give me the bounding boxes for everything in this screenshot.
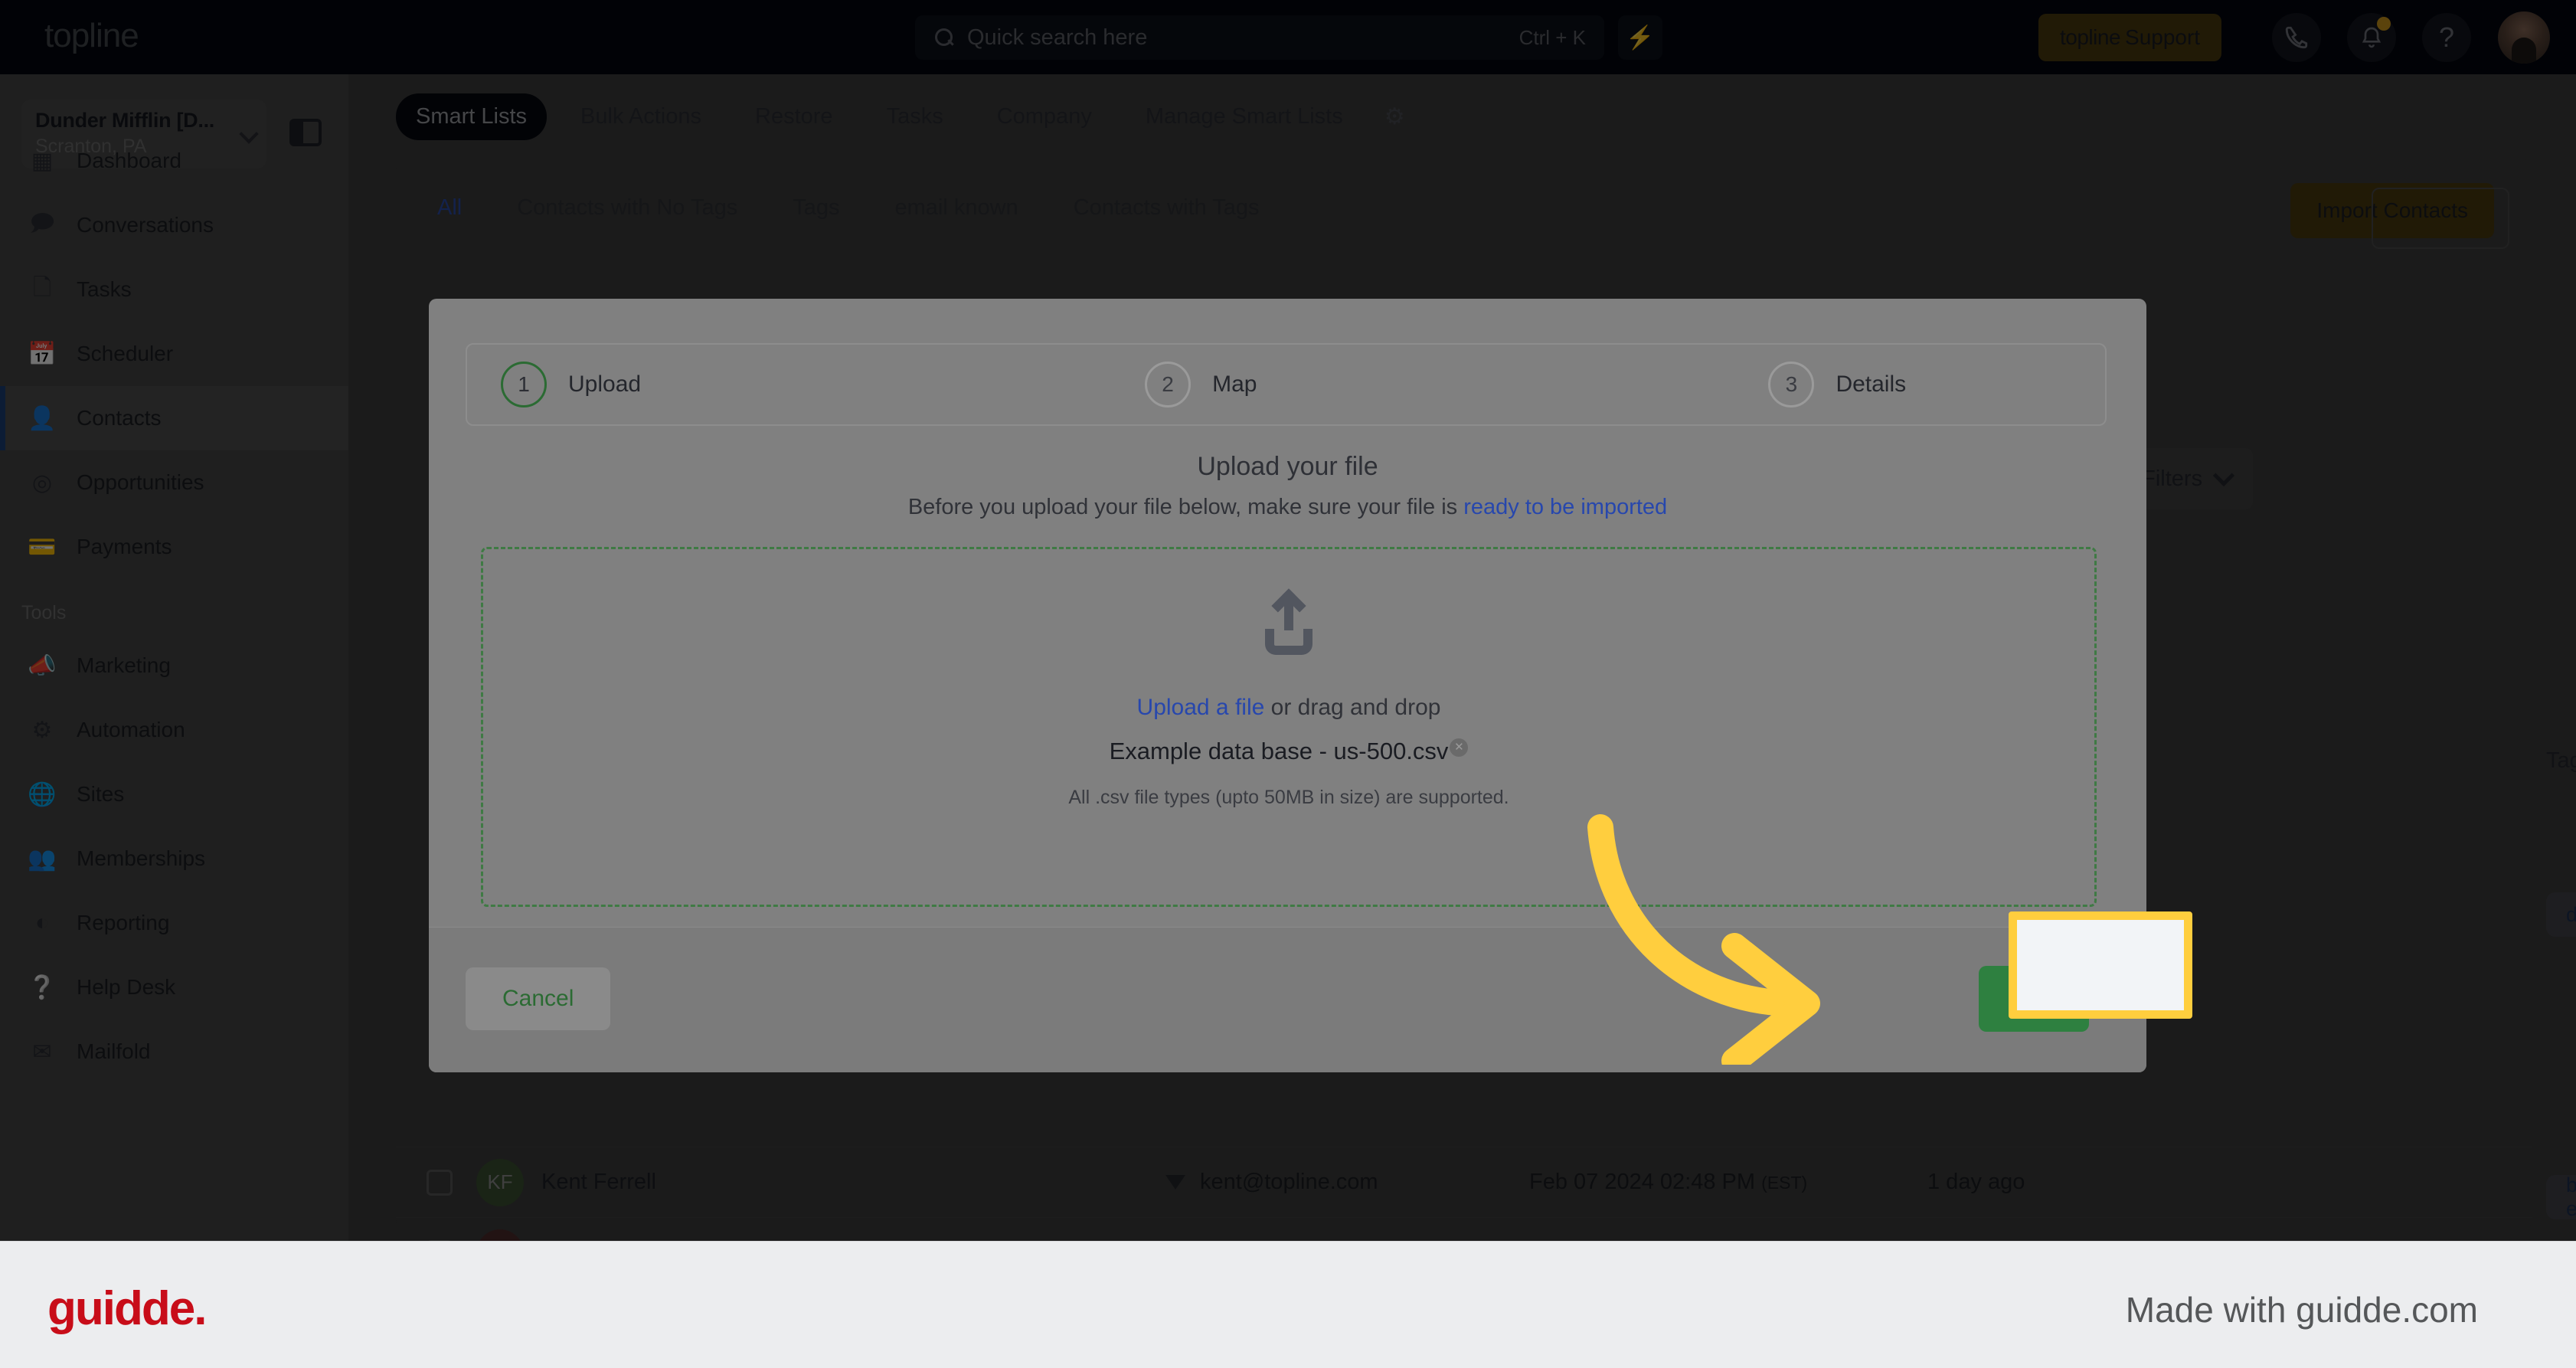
drag-and-drop-text: or drag and drop [1264,695,1441,720]
dropzone-instruction: Upload a file or drag and drop [483,695,2094,721]
step-number: 1 [501,362,547,407]
cancel-button[interactable]: Cancel [466,967,611,1030]
step-number: 2 [1145,362,1192,407]
next-button-highlight [2009,911,2192,1019]
modal-subtitle: Before you upload your file below, make … [429,495,2146,520]
guidde-logo: guidde. [47,1282,207,1335]
step-label: Upload [568,371,642,397]
guidde-pointer-arrow [1587,814,1820,1065]
application-window: topline Quick search here Ctrl + K ⚡ top… [0,0,2576,1241]
step-details[interactable]: 3 Details [1768,362,1906,407]
uploaded-filename: Example data base - us-500.csv [1109,738,1449,764]
guidde-footer: guidde. Made with guidde.com [0,1241,2576,1368]
step-number: 3 [1768,362,1815,407]
made-with-guidde-text: Made with guidde.com [2125,1290,2478,1330]
remove-file-icon[interactable]: ✕ [1450,738,1469,757]
step-label: Details [1836,371,1907,397]
upload-icon [1260,588,1317,655]
modal-title: Upload your file [1197,452,1378,481]
step-map[interactable]: 2 Map [1145,362,1257,407]
uploaded-filename-row: Example data base - us-500.csv ✕ [483,738,2094,765]
upload-a-file-link[interactable]: Upload a file [1137,695,1265,720]
step-upload[interactable]: 1 Upload [501,362,641,407]
import-stepper: 1 Upload 2 Map 3 Details [466,343,2107,426]
dropzone-hint: All .csv file types (upto 50MB in size) … [1068,787,1509,808]
step-label: Map [1212,371,1257,397]
ready-to-be-imported-link[interactable]: ready to be imported [1463,495,1667,519]
modal-subtitle-text: Before you upload your file below, make … [907,495,1464,519]
